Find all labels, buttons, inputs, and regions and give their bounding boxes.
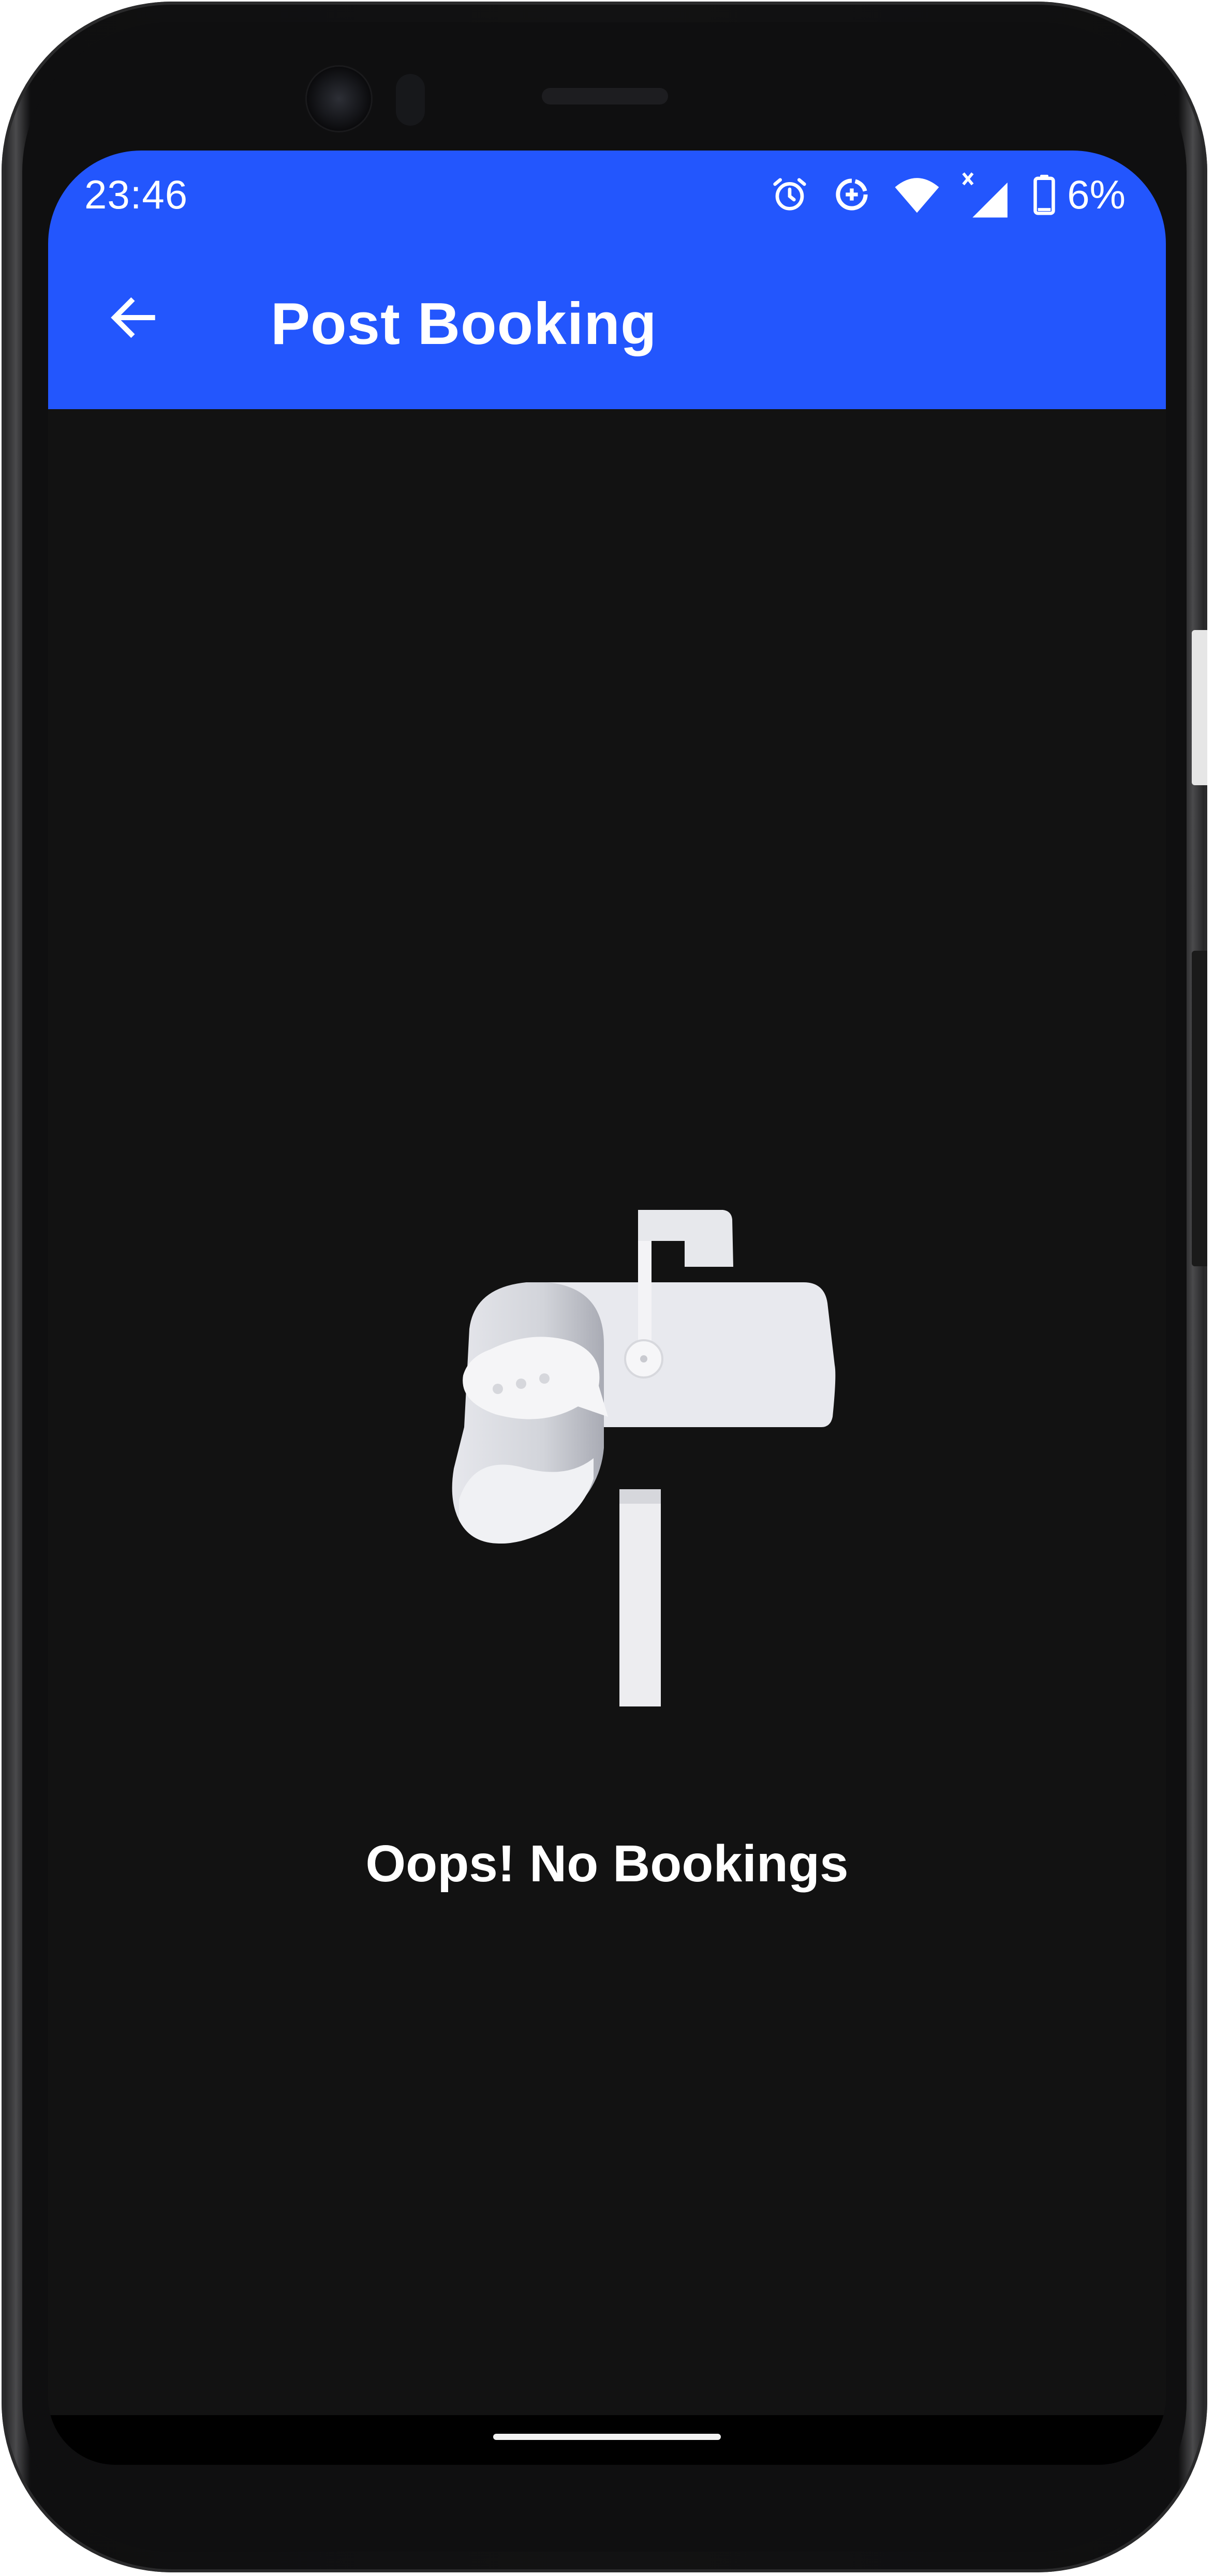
- front-camera: [307, 67, 371, 131]
- proximity-sensor: [396, 74, 425, 126]
- power-button: [1192, 630, 1207, 785]
- screen: 23:46 6% Post Booking Oops! No Bookings: [48, 151, 1166, 2465]
- main-content: Oops! No Bookings: [48, 409, 1166, 2465]
- app-bar: Post Booking: [48, 238, 1166, 409]
- battery-percent: 6%: [1067, 171, 1126, 217]
- empty-state-message: Oops! No Bookings: [365, 1835, 849, 1893]
- battery-icon: [1032, 174, 1057, 215]
- signal-icon: [961, 171, 1011, 218]
- page-title: Post Booking: [271, 291, 657, 357]
- home-indicator[interactable]: [493, 2434, 721, 2440]
- wifi-icon: [893, 174, 941, 215]
- alarm-icon: [769, 174, 810, 215]
- status-bar: 23:46 6%: [48, 151, 1166, 238]
- volume-button: [1192, 951, 1207, 1266]
- status-icons: 6%: [769, 171, 1126, 218]
- arrow-back-icon: [105, 289, 162, 349]
- navigation-bar: [48, 2415, 1166, 2465]
- earpiece-speaker: [542, 88, 668, 104]
- back-button[interactable]: [95, 280, 172, 357]
- status-time: 23:46: [84, 172, 188, 217]
- mailbox-icon: [407, 1210, 899, 1706]
- data-saver-icon: [831, 174, 872, 215]
- phone-frame: 23:46 6% Post Booking Oops! No Bookings: [2, 2, 1207, 2572]
